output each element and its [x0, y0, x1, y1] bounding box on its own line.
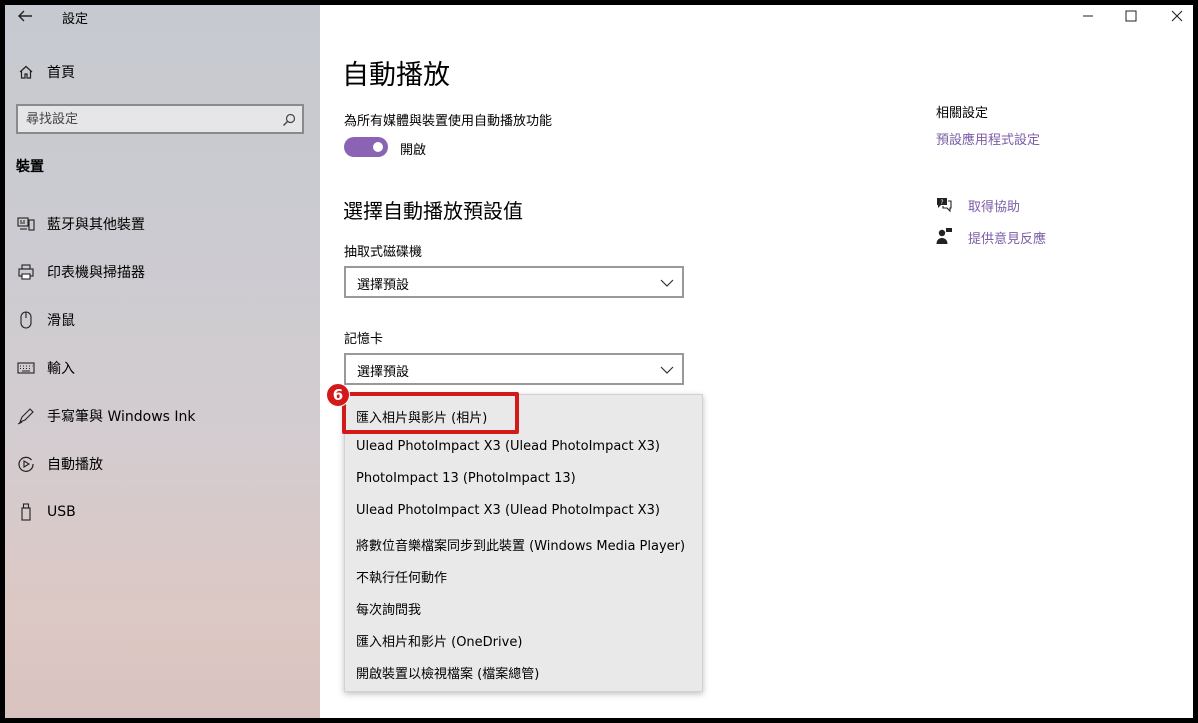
- chevron-down-icon: [660, 275, 674, 289]
- defaults-subheading: 選擇自動播放預設值: [343, 199, 523, 223]
- sidebar-item-label: 輸入: [47, 361, 75, 377]
- search-input[interactable]: [26, 110, 276, 128]
- settings-window: 設定 首頁 裝置 藍牙與其他裝置 印表機與掃描器: [5, 5, 1193, 718]
- sidebar-item-autoplay[interactable]: 自動播放: [5, 452, 320, 476]
- removable-drive-value: 選擇預設: [357, 278, 410, 293]
- dropdown-option[interactable]: Ulead PhotoImpact X3 (Ulead PhotoImpact …: [345, 495, 702, 527]
- sidebar-item-label: 手寫筆與 Windows Ink: [47, 409, 196, 425]
- autoplay-toggle-label: 為所有媒體與裝置使用自動播放功能: [344, 114, 553, 129]
- dropdown-option-label: 匯入相片和影片 (OneDrive): [356, 635, 523, 650]
- keyboard-icon: [17, 359, 35, 377]
- dropdown-option[interactable]: 匯入相片和影片 (OneDrive): [345, 623, 702, 655]
- printer-icon: [17, 263, 35, 281]
- home-icon: [17, 63, 35, 81]
- sidebar-item-label: 印表機與掃描器: [47, 265, 145, 281]
- sidebar-item-label: USB: [47, 504, 76, 520]
- sidebar-home-label: 首頁: [47, 65, 75, 81]
- memory-card-label: 記憶卡: [344, 332, 384, 347]
- dropdown-option-label: 不執行任何動作: [356, 571, 448, 586]
- autoplay-toggle[interactable]: [344, 137, 388, 157]
- mouse-icon: [17, 311, 35, 329]
- dropdown-option-label: PhotoImpact 13 (PhotoImpact 13): [356, 471, 576, 486]
- chevron-down-icon: [660, 362, 674, 376]
- autoplay-icon: [17, 455, 35, 473]
- memory-card-dropdown-list: 匯入相片與影片 (相片) Ulead PhotoImpact X3 (Ulead…: [344, 394, 703, 692]
- dropdown-option[interactable]: Ulead PhotoImpact X3 (Ulead PhotoImpact …: [345, 431, 702, 463]
- toggle-state-text: 開啟: [400, 143, 427, 158]
- dropdown-option[interactable]: 開啟裝置以檢視檔案 (檔案總管): [345, 655, 702, 687]
- dropdown-option[interactable]: 每次詢問我: [345, 591, 702, 623]
- step-badge: 6: [326, 383, 350, 407]
- sidebar-section-header: 裝置: [16, 159, 44, 175]
- sidebar-item-label: 滑鼠: [47, 313, 75, 329]
- toggle-knob: [373, 142, 383, 152]
- sidebar-item-label: 藍牙與其他裝置: [47, 217, 145, 233]
- dropdown-option-label: Ulead PhotoImpact X3 (Ulead PhotoImpact …: [356, 439, 660, 454]
- give-feedback-link[interactable]: 提供意見反應: [968, 228, 1046, 247]
- sidebar-item-bluetooth[interactable]: 藍牙與其他裝置: [5, 212, 320, 236]
- memory-card-select[interactable]: 選擇預設: [344, 353, 684, 385]
- maximize-icon[interactable]: [1119, 7, 1143, 25]
- search-icon[interactable]: [282, 112, 296, 126]
- get-help-link[interactable]: 取得協助: [968, 196, 1020, 215]
- default-apps-link[interactable]: 預設應用程式設定: [936, 129, 1040, 148]
- sidebar-item-printers[interactable]: 印表機與掃描器: [5, 260, 320, 284]
- sidebar-item-typing[interactable]: 輸入: [5, 356, 320, 380]
- back-arrow-icon[interactable]: [15, 7, 35, 25]
- related-settings-heading: 相關設定: [936, 106, 989, 121]
- sidebar-item-mouse[interactable]: 滑鼠: [5, 308, 320, 332]
- dropdown-option[interactable]: PhotoImpact 13 (PhotoImpact 13): [345, 463, 702, 495]
- window-title: 設定: [62, 12, 89, 27]
- dropdown-option-label: 開啟裝置以檢視檔案 (檔案總管): [356, 667, 540, 682]
- sidebar-item-label: 自動播放: [47, 457, 103, 473]
- svg-text:?: ?: [940, 199, 943, 206]
- feedback-person-icon: [935, 227, 953, 245]
- dropdown-option[interactable]: 不執行任何動作: [345, 559, 702, 591]
- sidebar-item-usb[interactable]: USB: [5, 500, 320, 524]
- pen-icon: [17, 407, 35, 425]
- removable-drive-select[interactable]: 選擇預設: [344, 266, 684, 298]
- help-chat-icon: ?: [935, 195, 953, 213]
- dropdown-option-label: 將數位音樂檔案同步到此裝置 (Windows Media Player): [356, 539, 686, 554]
- sidebar: 設定 首頁 裝置 藍牙與其他裝置 印表機與掃描器: [5, 5, 320, 718]
- dropdown-option-label: Ulead PhotoImpact X3 (Ulead PhotoImpact …: [356, 503, 660, 518]
- dropdown-option[interactable]: 將數位音樂檔案同步到此裝置 (Windows Media Player): [345, 527, 702, 559]
- dropdown-option-label: 每次詢問我: [356, 603, 422, 618]
- removable-drive-label: 抽取式磁碟機: [344, 245, 423, 260]
- minimize-icon[interactable]: [1076, 7, 1100, 25]
- close-icon[interactable]: [1165, 7, 1189, 25]
- bluetooth-devices-icon: [17, 215, 35, 233]
- highlight-box: [342, 392, 519, 434]
- page-title: 自動播放: [342, 60, 450, 91]
- memory-card-value: 選擇預設: [357, 365, 410, 380]
- sidebar-item-pen[interactable]: 手寫筆與 Windows Ink: [5, 404, 320, 428]
- search-box[interactable]: [16, 104, 304, 134]
- sidebar-item-home[interactable]: 首頁: [5, 60, 320, 84]
- usb-icon: [17, 503, 35, 521]
